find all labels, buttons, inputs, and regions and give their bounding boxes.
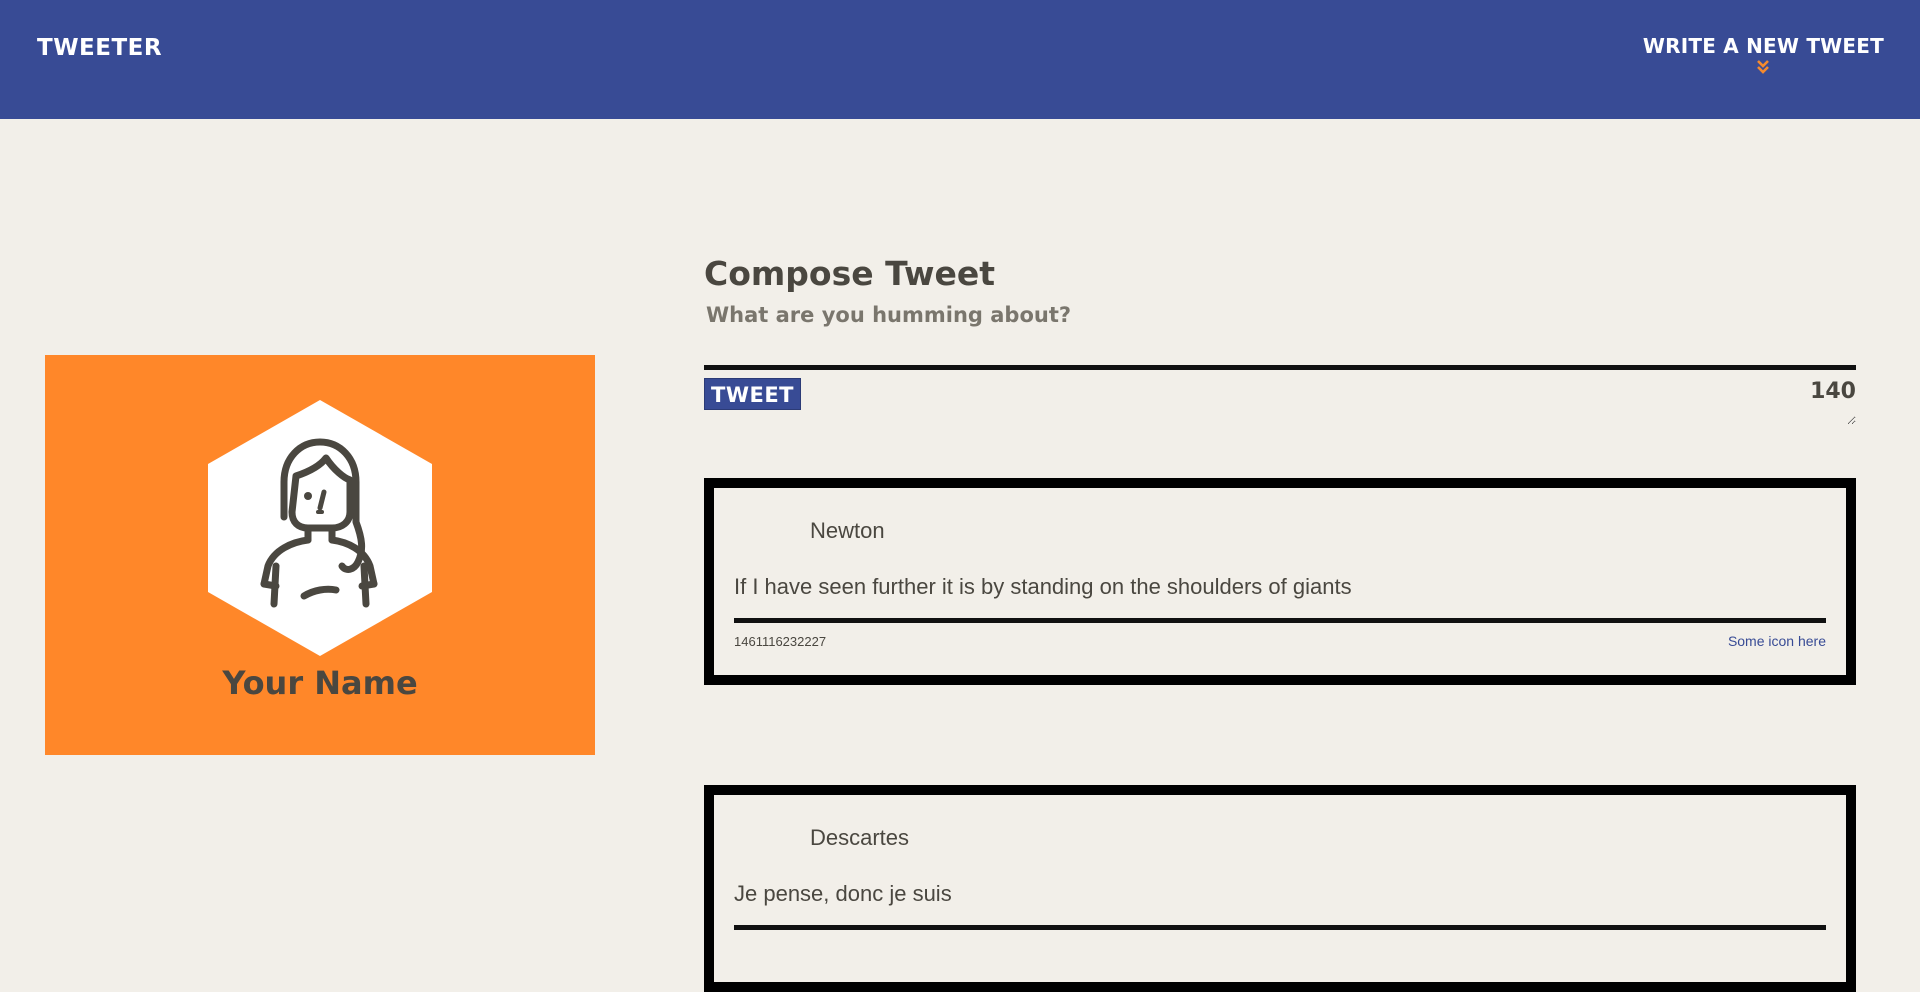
tweet-textarea[interactable] (704, 365, 1856, 425)
tweet-submit-button[interactable]: TWEET (704, 378, 801, 410)
tweet-author: Descartes (810, 825, 910, 850)
top-navbar: TWEETER WRITE A NEW TWEET (0, 0, 1920, 119)
write-new-tweet-label: WRITE A NEW TWEET (1642, 34, 1884, 58)
female-user-avatar-icon (208, 400, 432, 656)
tweet-content: If I have seen further it is by standing… (734, 574, 1352, 599)
brand-logo[interactable]: TWEETER (37, 35, 162, 61)
tweet-content: Je pense, donc je suis (734, 881, 952, 906)
compose-title: Compose Tweet (704, 254, 995, 293)
tweet-icon-link[interactable]: Some icon here (1728, 633, 1826, 649)
tweet-divider (734, 618, 1826, 623)
tweet-divider (734, 925, 1826, 930)
profile-name: Your Name (222, 664, 418, 702)
compose-subtitle: What are you humming about? (706, 303, 1072, 327)
tweet-card: Newton If I have seen further it is by s… (704, 478, 1856, 685)
tweet-card: Descartes Je pense, donc je suis (704, 785, 1856, 992)
tweet-timestamp: 1461116232227 (734, 634, 827, 649)
profile-card: Your Name (45, 355, 595, 755)
write-new-tweet-toggle[interactable]: WRITE A NEW TWEET (1643, 34, 1884, 75)
character-counter: 140 (1810, 379, 1856, 404)
tweet-author: Newton (810, 518, 885, 543)
double-chevron-down-icon (1757, 60, 1770, 74)
